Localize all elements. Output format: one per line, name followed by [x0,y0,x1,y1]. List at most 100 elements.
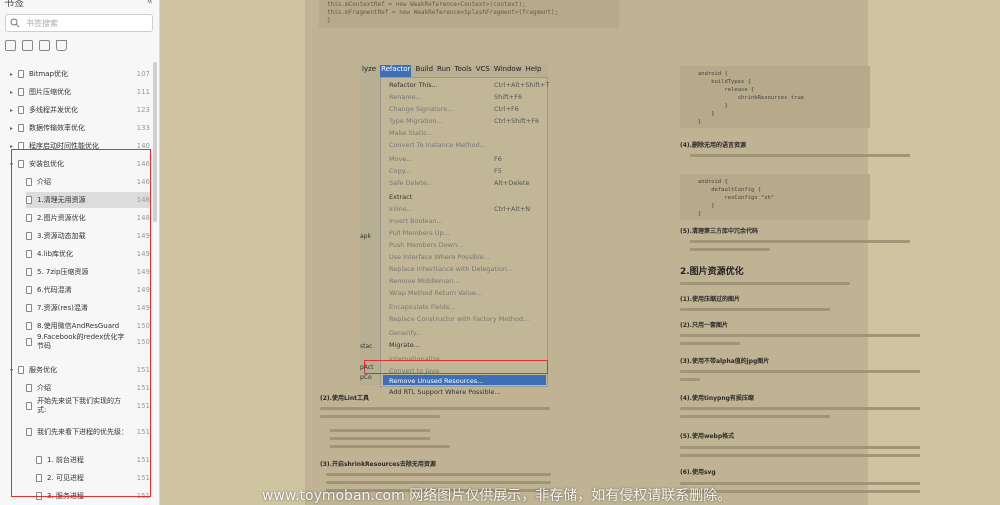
chevron-right-icon[interactable]: ▸ [10,107,18,114]
collapse-icon[interactable]: « [147,0,153,7]
ide-menu-item[interactable]: Remove Unused Resources... [389,377,483,385]
ide-menu-shortcut: Ctrl+Shift+F6 [494,117,540,125]
code-line: } [327,17,331,24]
ide-menu-item[interactable]: Inline... Ctrl+Alt+N [389,205,530,213]
ide-menu-window[interactable]: Window [494,65,522,77]
text-line [326,473,551,476]
toc-item-page: 133 [136,124,150,132]
code-snippet-shrink: android { buildTypes { release { shrinkR… [680,66,870,128]
ide-menu-item[interactable]: Add RTL Support Where Possible... [389,388,501,396]
toc-item[interactable]: ▸ 多线程并发优化 123 [10,102,150,118]
ide-menu-shortcut: Ctrl+Alt+N [494,205,531,213]
ide-menu-item-label: Type Migration... [389,117,443,125]
ide-menu-item-label: Move... [389,155,413,163]
ide-menu-item[interactable]: Extract [389,193,412,201]
sidebar-scrollbar[interactable] [153,62,157,222]
text-line [690,240,910,243]
section-title: 2.图片资源优化 [680,267,744,277]
chevron-right-icon[interactable]: ▸ [10,125,18,132]
page-icon [18,70,24,78]
ide-menu-item[interactable]: Move... F6 [389,155,502,163]
add-bookmark-icon[interactable] [39,40,50,51]
ide-menu-build[interactable]: Build [415,65,433,77]
sidebar-toolbar [5,40,67,52]
text-line [680,334,920,337]
text-line [680,378,700,381]
ide-menu-item[interactable]: Remove Middleman... [389,277,460,285]
ide-menu-shortcut: F6 [494,155,502,163]
code-line: this.mFragmentRef = new WeakReference<Sp… [327,9,559,16]
page-icon [18,124,24,132]
toc-item-page: 107 [136,70,150,78]
ide-menu-item-label: Push Members Down... [389,241,464,249]
ide-menu-help[interactable]: Help [525,65,541,77]
ide-menu-item[interactable]: Wrap Method Return Value... [389,289,482,297]
ide-menu-item[interactable]: Replace Inheritance with Delegation... [389,265,513,273]
ide-menu-item[interactable]: Rename... Shift+F6 [389,93,522,101]
text-line [326,481,551,484]
text-line [330,429,430,432]
ide-side-label: pCo [360,374,372,381]
section-heading: (4).删除无用的语言资源 [680,142,746,149]
ide-menu-vcs[interactable]: VCS [476,65,490,77]
ide-menu-item[interactable]: Change Signature... Ctrl+F6 [389,105,519,113]
sidebar-title: 书签 [4,0,24,9]
text-line [680,454,920,457]
ide-menu-item[interactable]: Copy... F5 [389,167,502,175]
page-icon [18,106,24,114]
ide-menu-item[interactable]: Replace Constructor with Factory Method.… [389,315,529,323]
ide-menu-item[interactable]: Generify... [389,329,422,337]
ide-menu-item[interactable]: Migrate... [389,341,420,349]
ide-side-label: stac [360,343,373,350]
text-line [690,248,770,251]
ide-menu-item-label: Safe Delete... [389,179,434,187]
section-heading: (5).清理第三方库中冗余代码 [680,228,758,235]
ide-menu-item-label: Rename... [389,93,422,101]
subheading: (4).使用tinypng有损压缩 [680,395,754,402]
code-snippet-top: this.mContextRef = new WeakReference<Con… [319,0,619,28]
chevron-right-icon[interactable]: ▸ [10,71,18,78]
ide-menu-item-label: Wrap Method Return Value... [389,289,483,297]
subheading: (5).使用webp格式 [680,433,735,440]
toc-item[interactable]: ▸ Bitmap优化 107 [10,66,150,82]
ide-menu-item-label: Replace Constructor with Factory Method.… [389,315,530,323]
code-line: this.mContextRef = new WeakReference<Con… [327,1,526,8]
ide-menu-refactor[interactable]: Refactor [380,65,412,77]
ide-menu-item[interactable]: Safe Delete... Alt+Delete [389,179,530,187]
search-box[interactable] [5,14,153,32]
bookmark-icon[interactable] [56,40,67,51]
collapse-all-icon[interactable] [22,40,33,51]
subheading: (1).使用压缩过的图片 [680,296,740,303]
text-line [680,282,850,285]
ide-menu-item-label: Migrate... [389,341,420,349]
section-heading: (2).使用Lint工具 [320,395,369,402]
toc-item[interactable]: ▸ 图片压缩优化 111 [10,84,150,100]
text-line [330,437,430,440]
chevron-right-icon[interactable]: ▸ [10,89,18,96]
ide-menu-shortcut: Ctrl+F6 [494,105,519,113]
ide-menu-lyze[interactable]: lyze [362,65,376,77]
ide-menu-item[interactable]: Type Migration... Ctrl+Shift+F6 [389,117,539,125]
ide-menu-item-label: Inline... [389,205,413,213]
refactor-menu: Refactor This... Ctrl+Alt+Shift+T Rename..… [380,77,549,396]
ide-menu-item-label: Refactor This... [389,81,438,89]
ide-menu-run[interactable]: Run [437,65,450,77]
expand-all-icon[interactable] [5,40,16,51]
ide-menu-item[interactable]: Make Static... [389,129,433,137]
ide-menu-shortcut: Alt+Delete [494,179,530,187]
ide-menu-item-label: Generify... [389,329,422,337]
text-line [680,407,920,410]
ide-menu-item-label: Use Interface Where Possible... [389,253,490,261]
ide-menu-item[interactable]: Refactor This... Ctrl+Alt+Shift+T [389,81,549,89]
ide-menu-item[interactable]: Encapsulate Fields... [389,303,455,311]
search-input[interactable] [26,16,146,30]
ide-menu-item[interactable]: Invert Boolean... [389,217,443,225]
ide-menu-item[interactable]: Use Interface Where Possible... [389,253,490,261]
text-line [320,407,550,410]
toc-item[interactable]: ▸ 数据传输效率优化 133 [10,120,150,136]
ide-menu-item[interactable]: Push Members Down... [389,241,463,249]
ide-menu-item[interactable]: Pull Members Up... [389,229,450,237]
ide-menu-item[interactable]: Convert To Instance Method... [389,141,486,149]
text-line [690,154,910,157]
ide-menu-tools[interactable]: Tools [454,65,471,77]
